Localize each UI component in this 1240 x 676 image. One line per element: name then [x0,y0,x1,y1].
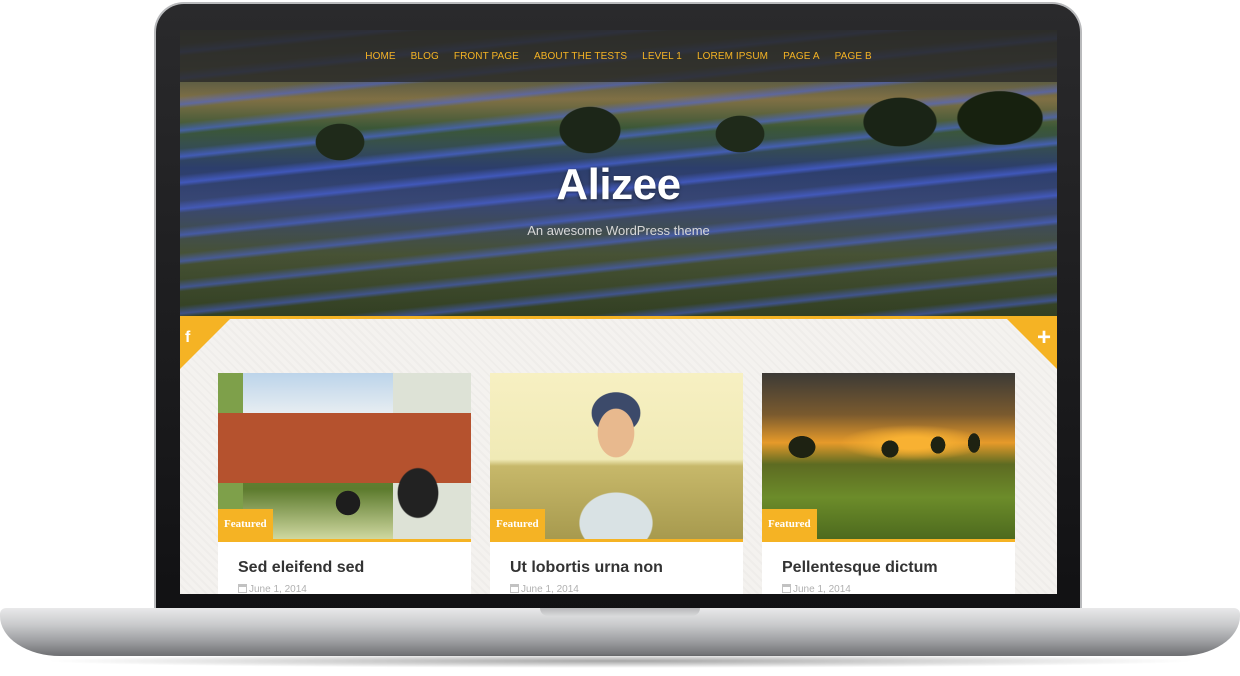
nav-item-level-1[interactable]: LEVEL 1 [642,51,682,62]
post-title[interactable]: Sed eleifend sed [238,559,364,577]
site-title[interactable]: Alizee [180,160,1057,210]
card-accent-bar [218,539,471,542]
post-title[interactable]: Ut lobortis urna non [510,559,663,577]
nav-item-page-b[interactable]: PAGE B [835,51,872,62]
nav-item-page-a[interactable]: PAGE A [783,51,820,62]
nav-item-blog[interactable]: BLOG [411,51,439,62]
site-tagline: An awesome WordPress theme [527,223,710,238]
card-accent-bar [490,539,743,542]
post-date-text: June 1, 2014 [793,584,851,594]
header-hero: HOME BLOG FRONT PAGE ABOUT THE TESTS LEV… [180,30,1057,318]
calendar-icon [238,584,247,593]
posts-area: Featured Sed eleifend sed June 1, 2014 F… [180,319,1057,594]
calendar-icon [782,584,791,593]
laptop-screen: HOME BLOG FRONT PAGE ABOUT THE TESTS LEV… [180,30,1057,594]
main-navigation: HOME BLOG FRONT PAGE ABOUT THE TESTS LEV… [180,30,1057,82]
card-accent-bar [762,539,1015,542]
laptop-shadow [40,654,1200,668]
post-title[interactable]: Pellentesque dictum [782,559,938,577]
post-date: June 1, 2014 [782,584,851,594]
featured-badge: Featured [762,509,817,539]
nav-item-home[interactable]: HOME [365,51,395,62]
plus-icon[interactable]: + [1037,324,1051,352]
post-date: June 1, 2014 [238,584,307,594]
post-card[interactable]: Featured Sed eleifend sed June 1, 2014 [218,373,471,594]
featured-badge: Featured [218,509,273,539]
nav-item-lorem-ipsum[interactable]: LOREM IPSUM [697,51,768,62]
post-card[interactable]: Featured Ut lobortis urna non June 1, 20… [490,373,743,594]
post-date-text: June 1, 2014 [249,584,307,594]
featured-badge: Featured [490,509,545,539]
hero-treeline-image [180,82,1057,162]
nav-item-front-page[interactable]: FRONT PAGE [454,51,519,62]
post-card[interactable]: Featured Pellentesque dictum June 1, 201… [762,373,1015,594]
post-date-text: June 1, 2014 [521,584,579,594]
post-date: June 1, 2014 [510,584,579,594]
laptop-base-notch [540,608,700,616]
nav-item-about-the-tests[interactable]: ABOUT THE TESTS [534,51,627,62]
calendar-icon [510,584,519,593]
facebook-icon[interactable]: f [185,329,190,347]
